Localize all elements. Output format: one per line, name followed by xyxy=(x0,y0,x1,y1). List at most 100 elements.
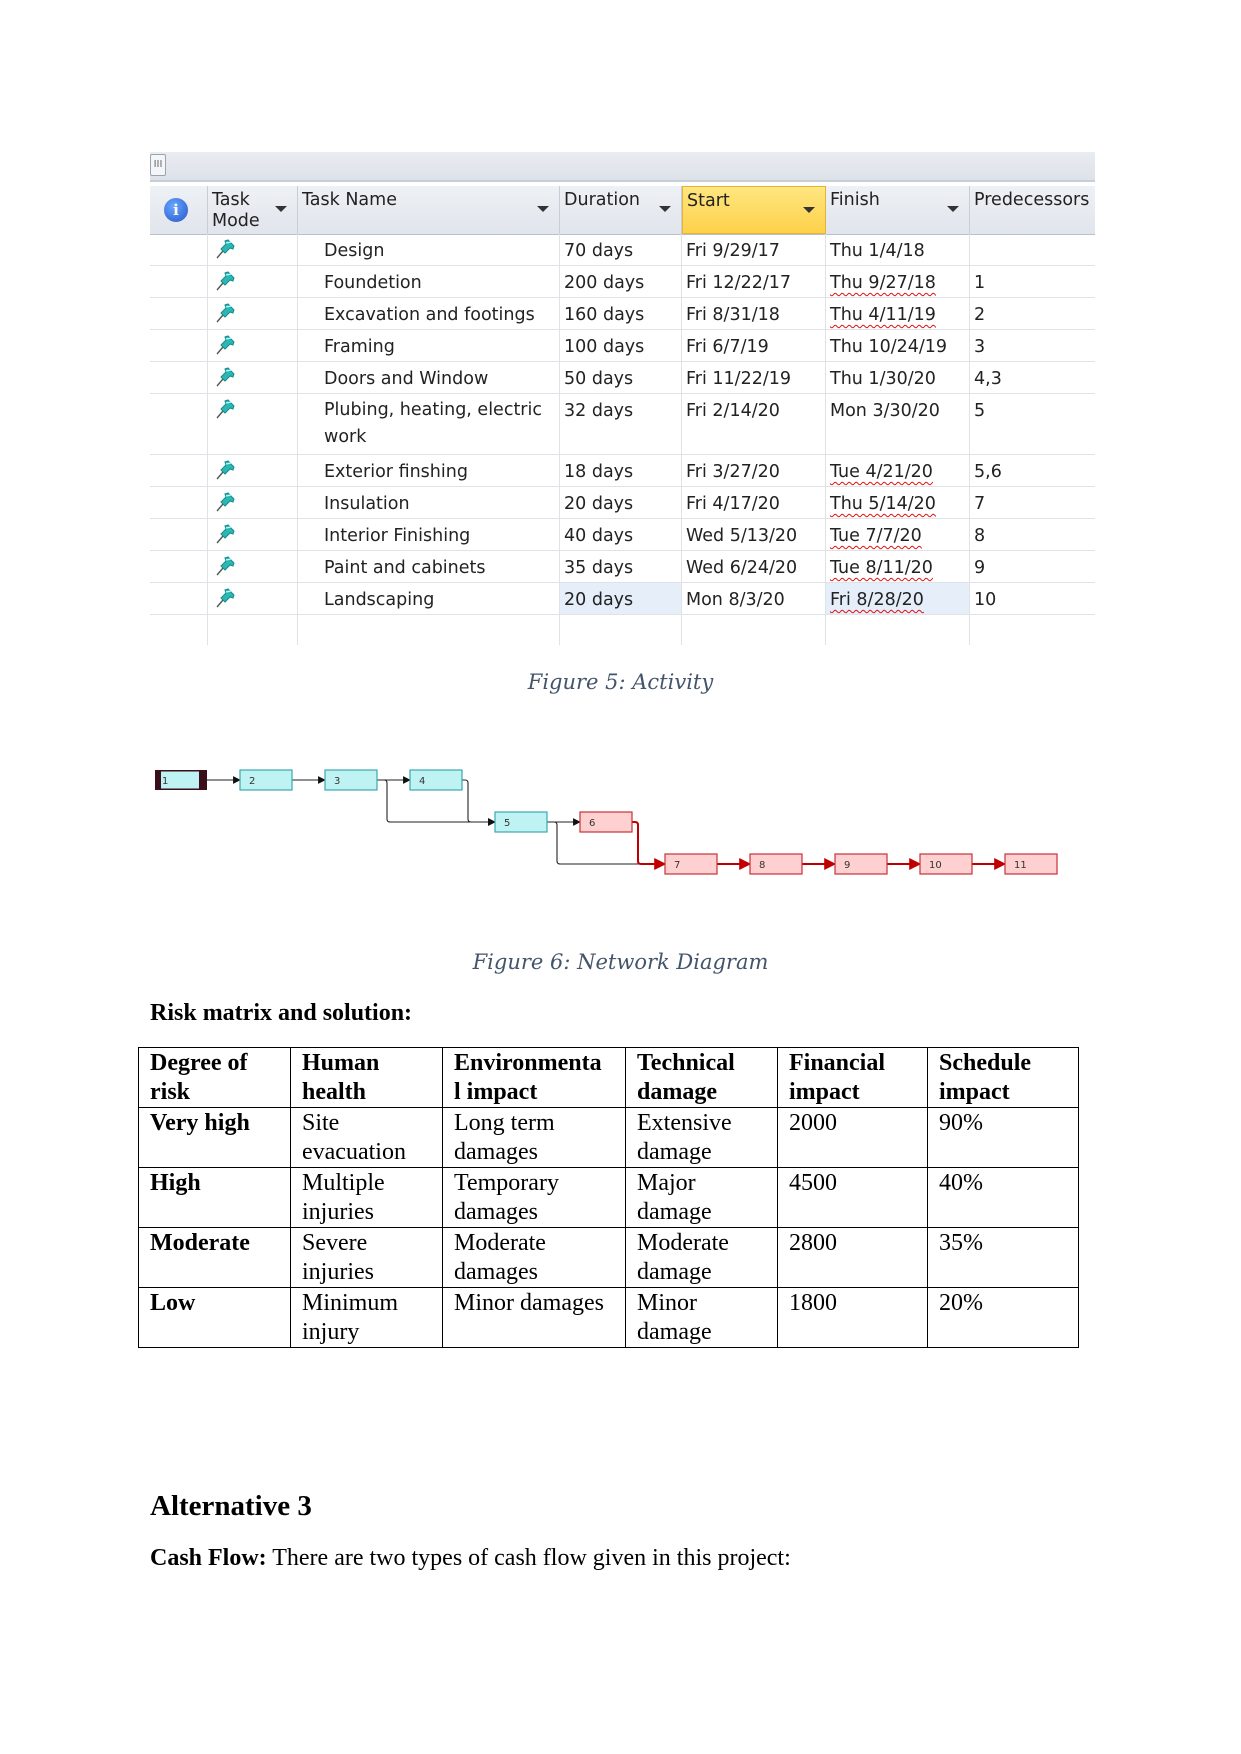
predecessors-cell[interactable]: 5 xyxy=(970,394,1095,454)
finish-cell[interactable]: Fri 8/28/20 xyxy=(826,583,970,614)
start-cell[interactable]: Fri 12/22/17 xyxy=(682,266,826,297)
column-header-predecessors[interactable]: Predecessors xyxy=(970,186,1095,234)
column-header-indicators[interactable]: i xyxy=(150,186,208,234)
task-mode-cell[interactable] xyxy=(208,519,298,550)
task-row[interactable]: Framing 100 days Fri 6/7/19 Thu 10/24/19 3 xyxy=(150,330,1095,362)
predecessors-cell[interactable]: 1 xyxy=(970,266,1095,297)
dropdown-arrow-icon[interactable] xyxy=(803,207,815,213)
predecessors-cell[interactable]: 10 xyxy=(970,583,1095,614)
predecessors-cell[interactable]: 9 xyxy=(970,551,1095,582)
name-cell[interactable]: Landscaping xyxy=(298,583,560,614)
name-cell[interactable]: Foundetion xyxy=(298,266,560,297)
start-cell[interactable]: Fri 9/29/17 xyxy=(682,234,826,265)
name-cell[interactable]: Interior Finishing xyxy=(298,519,560,550)
task-row[interactable]: Design 70 days Fri 9/29/17 Thu 1/4/18 xyxy=(150,234,1095,266)
node-6[interactable]: 6 xyxy=(579,811,633,833)
predecessors-cell[interactable]: 7 xyxy=(970,487,1095,518)
finish-cell[interactable]: Mon 3/30/20 xyxy=(826,394,970,454)
task-mode-cell[interactable] xyxy=(208,330,298,361)
column-header-finish[interactable]: Finish xyxy=(826,186,970,234)
task-mode-cell[interactable] xyxy=(208,362,298,393)
finish-cell[interactable]: Thu 9/27/18 xyxy=(826,266,970,297)
finish-cell[interactable]: Thu 1/4/18 xyxy=(826,234,970,265)
finish-cell[interactable]: Tue 4/21/20 xyxy=(826,455,970,486)
node-5[interactable]: 5 xyxy=(494,811,548,833)
task-row[interactable]: Interior Finishing 40 days Wed 5/13/20 Tue … xyxy=(150,519,1095,551)
duration-cell[interactable]: 70 days xyxy=(560,234,682,265)
start-cell[interactable]: Fri 6/7/19 xyxy=(682,330,826,361)
finish-cell[interactable]: Thu 1/30/20 xyxy=(826,362,970,393)
predecessors-cell[interactable]: 4,3 xyxy=(970,362,1095,393)
task-mode-cell[interactable] xyxy=(208,583,298,614)
finish-cell[interactable]: Tue 7/7/20 xyxy=(826,519,970,550)
start-cell[interactable]: Wed 6/24/20 xyxy=(682,551,826,582)
node-1[interactable]: 1 xyxy=(155,770,207,790)
task-mode-cell[interactable] xyxy=(208,298,298,329)
column-header-task-name[interactable]: Task Name xyxy=(298,186,560,234)
task-mode-cell[interactable] xyxy=(208,455,298,486)
predecessors-cell[interactable]: 3 xyxy=(970,330,1095,361)
task-row[interactable]: Paint and cabinets 35 days Wed 6/24/20 Tue … xyxy=(150,551,1095,583)
name-cell[interactable]: Framing xyxy=(298,330,560,361)
task-mode-cell[interactable] xyxy=(208,234,298,265)
column-header-task-mode[interactable]: Task Mode xyxy=(208,186,298,234)
task-mode-cell[interactable] xyxy=(208,394,298,454)
name-cell[interactable]: Design xyxy=(298,234,560,265)
node-2[interactable]: 2 xyxy=(239,769,293,791)
start-cell[interactable]: Mon 8/3/20 xyxy=(682,583,826,614)
predecessors-cell[interactable]: 2 xyxy=(970,298,1095,329)
duration-cell[interactable]: 100 days xyxy=(560,330,682,361)
duration-cell[interactable]: 20 days xyxy=(560,583,682,614)
task-row[interactable]: Doors and Window 50 days Fri 11/22/19 Thu 1… xyxy=(150,362,1095,394)
dropdown-arrow-icon[interactable] xyxy=(947,206,959,212)
predecessors-cell[interactable] xyxy=(970,234,1095,265)
start-cell[interactable]: Wed 5/13/20 xyxy=(682,519,826,550)
task-row[interactable]: Foundetion 200 days Fri 12/22/17 Thu 9/27/1… xyxy=(150,266,1095,298)
task-row[interactable]: Plubing, heating, electric work 32 days Fr… xyxy=(150,394,1095,455)
name-cell[interactable]: Insulation xyxy=(298,487,560,518)
task-row[interactable]: Exterior finshing 18 days Fri 3/27/20 Tue 4… xyxy=(150,455,1095,487)
task-mode-cell[interactable] xyxy=(208,487,298,518)
task-mode-cell[interactable] xyxy=(208,551,298,582)
finish-cell[interactable]: Thu 5/14/20 xyxy=(826,487,970,518)
horizontal-scroll-thumb[interactable]: III xyxy=(150,154,166,176)
finish-cell[interactable]: Thu 10/24/19 xyxy=(826,330,970,361)
duration-cell[interactable]: 18 days xyxy=(560,455,682,486)
name-cell[interactable]: Plubing, heating, electric work xyxy=(298,394,560,454)
finish-cell[interactable]: Tue 8/11/20 xyxy=(826,551,970,582)
finish-cell[interactable]: Thu 4/11/19 xyxy=(826,298,970,329)
dropdown-arrow-icon[interactable] xyxy=(275,206,287,212)
duration-cell[interactable]: 40 days xyxy=(560,519,682,550)
node-4[interactable]: 4 xyxy=(409,769,463,791)
duration-cell[interactable]: 32 days xyxy=(560,394,682,454)
name-cell[interactable]: Exterior finshing xyxy=(298,455,560,486)
dropdown-arrow-icon[interactable] xyxy=(659,206,671,212)
dropdown-arrow-icon[interactable] xyxy=(537,206,549,212)
node-10[interactable]: 10 xyxy=(919,853,973,875)
duration-cell[interactable]: 200 days xyxy=(560,266,682,297)
start-cell[interactable]: Fri 8/31/18 xyxy=(682,298,826,329)
node-7[interactable]: 7 xyxy=(664,853,718,875)
task-row[interactable]: Insulation 20 days Fri 4/17/20 Thu 5/14/20 7 xyxy=(150,487,1095,519)
name-cell[interactable]: Doors and Window xyxy=(298,362,560,393)
predecessors-cell[interactable]: 8 xyxy=(970,519,1095,550)
start-cell[interactable]: Fri 2/14/20 xyxy=(682,394,826,454)
node-9[interactable]: 9 xyxy=(834,853,888,875)
node-3[interactable]: 3 xyxy=(324,769,378,791)
start-cell[interactable]: Fri 4/17/20 xyxy=(682,487,826,518)
duration-cell[interactable]: 20 days xyxy=(560,487,682,518)
column-header-start[interactable]: Start xyxy=(682,186,826,234)
duration-cell[interactable]: 160 days xyxy=(560,298,682,329)
name-cell[interactable]: Excavation and footings xyxy=(298,298,560,329)
column-header-duration[interactable]: Duration xyxy=(560,186,682,234)
node-8[interactable]: 8 xyxy=(749,853,803,875)
start-cell[interactable]: Fri 3/27/20 xyxy=(682,455,826,486)
task-row[interactable]: Excavation and footings 160 days Fri 8/31/… xyxy=(150,298,1095,330)
predecessors-cell[interactable]: 5,6 xyxy=(970,455,1095,486)
start-cell[interactable]: Fri 11/22/19 xyxy=(682,362,826,393)
duration-cell[interactable]: 50 days xyxy=(560,362,682,393)
name-cell[interactable]: Paint and cabinets xyxy=(298,551,560,582)
task-mode-cell[interactable] xyxy=(208,266,298,297)
node-11[interactable]: 11 xyxy=(1004,853,1058,875)
task-row[interactable]: Landscaping 20 days Mon 8/3/20 Fri 8/28/20 1… xyxy=(150,583,1095,615)
